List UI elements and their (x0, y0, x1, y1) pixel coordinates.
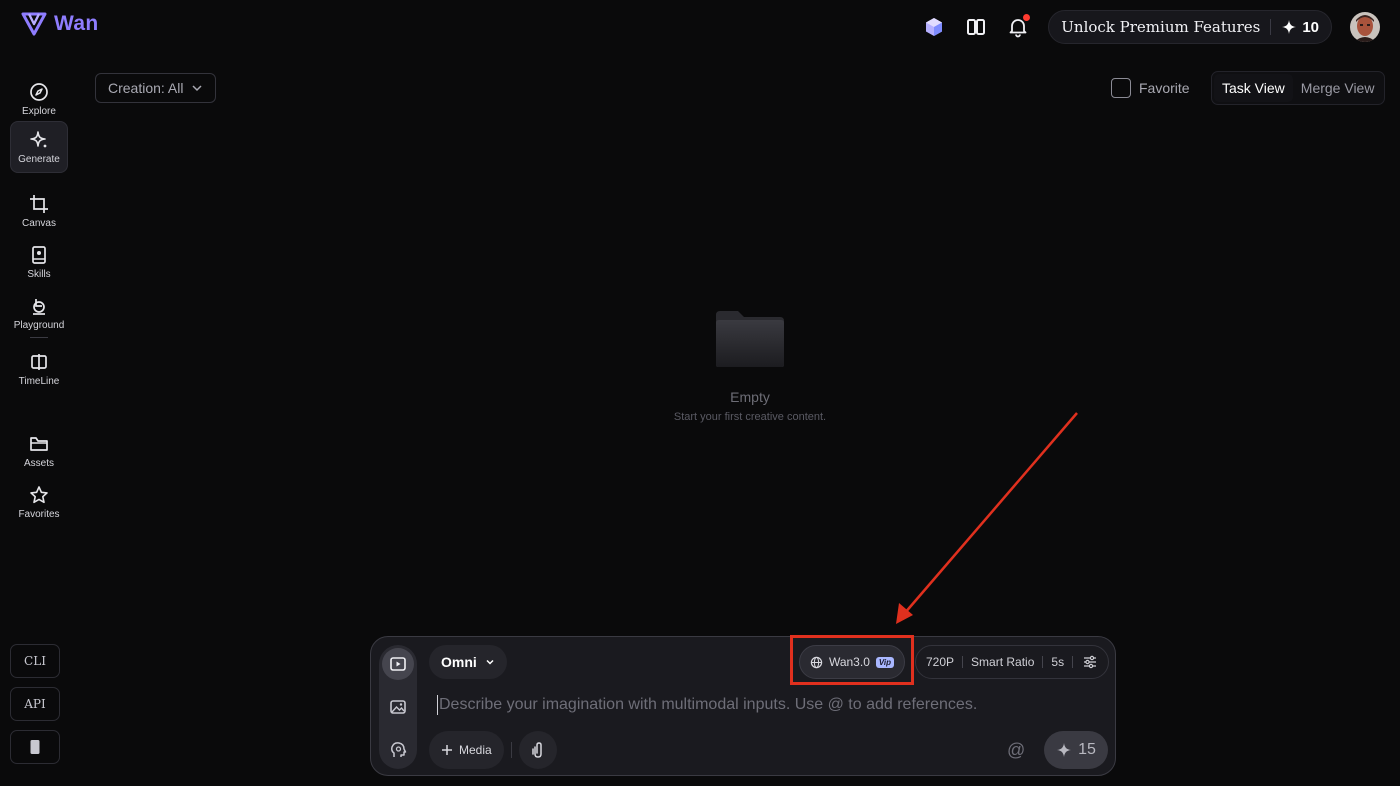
sidebar-item-canvas[interactable]: Canvas (10, 186, 68, 236)
generation-settings[interactable]: 720P Smart Ratio 5s (915, 645, 1109, 679)
sidebar-item-assets[interactable]: Assets (10, 426, 68, 476)
sidebar-item-skills[interactable]: Skills (10, 237, 68, 287)
topbar-actions: Unlock Premium Features 10 (922, 10, 1380, 44)
sidebar-item-explore[interactable]: Explore (10, 74, 68, 124)
settings-divider (962, 656, 964, 668)
sidebar-label-skills: Skills (27, 268, 51, 280)
wan-logo-icon (21, 12, 47, 36)
sidebar-label-timeline: TimeLine (18, 375, 60, 387)
sidebar-item-generate[interactable]: Generate (10, 121, 68, 173)
video-play-icon (390, 657, 406, 671)
sparkle-icon (1057, 743, 1072, 757)
video-mode-button[interactable] (382, 648, 414, 680)
attach-button[interactable] (519, 731, 557, 769)
prompt-composer: Omni Wan3.0 Vip 720P Smart Ratio 5s Desc… (370, 636, 1116, 776)
api-button[interactable]: API (10, 687, 60, 721)
creation-filter-dropdown[interactable]: Creation: All (95, 73, 217, 103)
globe-icon (810, 656, 823, 668)
sidebar-label-assets: Assets (23, 457, 54, 469)
empty-subtitle: Start your first creative content. (673, 411, 827, 423)
paperclip-icon (532, 742, 542, 758)
resolution-label[interactable]: 720P (926, 655, 954, 669)
sidebar-label-explore: Explore (22, 105, 56, 117)
settings-divider (1072, 656, 1074, 668)
favorite-label: Favorite (1139, 80, 1190, 96)
cli-button[interactable]: CLI (10, 644, 60, 678)
ratio-label[interactable]: Smart Ratio (971, 655, 1034, 669)
sparkle-icon (30, 130, 47, 147)
text-caret (437, 695, 438, 715)
omni-mode-label: Omni (441, 654, 477, 670)
open-book-icon (967, 19, 986, 35)
vip-badge: Vip (875, 656, 895, 668)
image-mode-button[interactable] (382, 691, 414, 723)
cli-label: CLI (24, 654, 46, 668)
generation-mode-selector (379, 645, 417, 769)
add-media-button[interactable]: Media (429, 731, 504, 769)
chevron-down-icon (486, 659, 494, 665)
api-label: API (24, 697, 46, 711)
chevron-down-icon (192, 85, 203, 92)
user-avatar[interactable] (1350, 12, 1380, 42)
sidebar-item-timeline[interactable]: TimeLine (10, 344, 68, 394)
image-icon (390, 700, 406, 714)
plus-icon (442, 745, 452, 755)
empty-title: Empty (730, 389, 770, 405)
sliders-icon[interactable] (1083, 655, 1097, 669)
view-toggle: Task View Merge View (1211, 71, 1386, 105)
prompt-input[interactable]: Describe your imagination with multimoda… (437, 695, 1037, 715)
merge-view-tab[interactable]: Merge View (1293, 74, 1383, 102)
premium-pill[interactable]: Unlock Premium Features 10 (1048, 10, 1332, 44)
app-name: Wan (54, 12, 99, 35)
empty-state: Empty Start your first creative content. (600, 305, 900, 423)
avatar-mode-button[interactable] (382, 734, 414, 766)
prompt-placeholder: Describe your imagination with multimoda… (439, 696, 978, 713)
app-logo[interactable]: Wan (20, 10, 98, 38)
settings-divider (1042, 656, 1044, 668)
favorite-checkbox[interactable] (1111, 78, 1131, 98)
compass-icon (30, 82, 48, 101)
sidebar-label-generate: Generate (18, 153, 60, 165)
ai-cube-icon (926, 18, 943, 36)
avatar-image (1350, 12, 1380, 42)
toolbar-divider (511, 742, 512, 758)
task-view-tab[interactable]: Task View (1214, 74, 1293, 102)
mobile-app-button[interactable] (10, 730, 60, 764)
favorite-filter[interactable]: Favorite (1111, 78, 1190, 98)
credits-count: 10 (1302, 18, 1319, 36)
creation-filter-label: Creation: All (108, 80, 184, 96)
playground-icon (33, 298, 45, 315)
empty-folder-icon (716, 311, 784, 367)
omni-mode-dropdown[interactable]: Omni (429, 645, 507, 679)
book-view-button[interactable] (964, 15, 988, 39)
star-icon (30, 485, 48, 503)
model-name: Wan3.0 (828, 655, 870, 669)
timeline-icon (31, 353, 47, 370)
sparkle-icon (1282, 20, 1297, 34)
folder-icon (30, 436, 48, 451)
crop-icon (30, 194, 48, 213)
duration-label[interactable]: 5s (1051, 655, 1064, 669)
ai-assistant-button[interactable] (922, 15, 946, 39)
unlock-premium-label: Unlock Premium Features (1061, 18, 1261, 36)
generate-button[interactable]: 15 (1044, 731, 1108, 769)
mobile-phone-icon (30, 740, 40, 754)
book-icon (32, 245, 46, 264)
mention-button[interactable]: @ (1007, 740, 1025, 761)
sidebar-label-favorites: Favorites (18, 508, 60, 520)
sidebar-item-playground[interactable]: Playground (10, 288, 68, 338)
credits-display: 10 (1281, 19, 1319, 36)
sidebar-label-canvas: Canvas (22, 217, 56, 229)
generate-cost: 15 (1078, 741, 1096, 758)
pill-divider (1270, 19, 1272, 35)
media-label: Media (459, 743, 492, 757)
sidebar-divider (30, 337, 48, 338)
sidebar-label-playground: Playground (13, 319, 65, 331)
model-selector-button[interactable]: Wan3.0 Vip (799, 645, 905, 679)
head-profile-icon (391, 742, 407, 757)
notifications-button[interactable] (1006, 14, 1031, 39)
sidebar-item-favorites[interactable]: Favorites (10, 477, 68, 527)
